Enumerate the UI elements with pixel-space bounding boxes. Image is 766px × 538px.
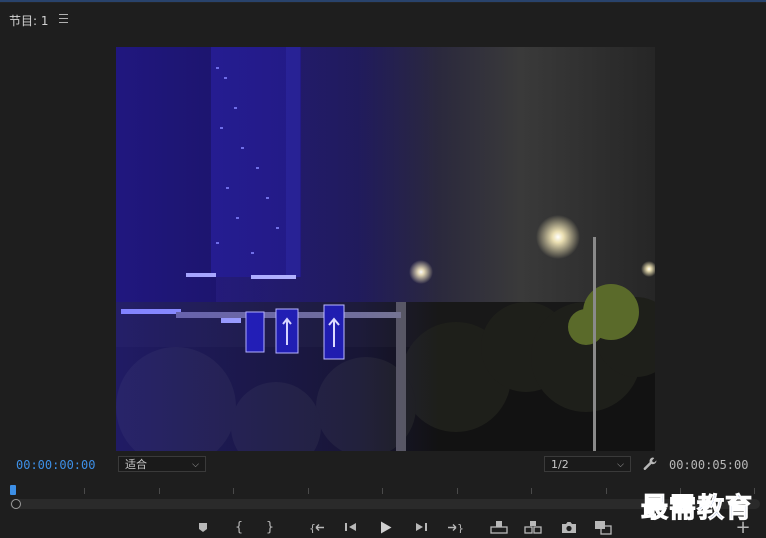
mark-out-icon: }	[265, 519, 275, 535]
go-to-out-icon: }	[448, 522, 463, 533]
extract-icon	[524, 521, 542, 534]
panel-top-border	[0, 0, 766, 3]
watermark-logo-text: 最需教育	[641, 493, 753, 525]
program-monitor-title: 节目: 1	[9, 14, 49, 28]
step-forward-icon	[416, 523, 427, 531]
mark-out-button[interactable]: }	[263, 518, 277, 536]
duration-timecode: 00:00:05:00	[669, 458, 749, 472]
program-monitor-video-frame[interactable]	[116, 47, 655, 451]
mark-in-icon: {	[234, 519, 244, 535]
zoom-fit-value: 适合	[125, 458, 147, 471]
extract-button[interactable]	[522, 518, 544, 536]
export-frame-button[interactable]	[559, 518, 579, 536]
panel-menu-icon[interactable]	[59, 14, 68, 23]
playhead-handle[interactable]	[10, 485, 16, 495]
add-marker-button[interactable]	[196, 518, 210, 536]
play-icon	[381, 521, 392, 533]
chevron-down-icon: ⌵	[617, 460, 624, 470]
lift-button[interactable]	[488, 518, 510, 536]
go-to-out-button[interactable]: }	[445, 518, 465, 536]
zoom-scroll-left-handle[interactable]	[11, 499, 21, 509]
marker-icon	[199, 522, 207, 532]
zoom-fit-dropdown[interactable]: 适合 ⌵	[118, 456, 206, 472]
compare-view-icon	[595, 520, 612, 535]
svg-text:}: }	[457, 522, 463, 533]
play-button[interactable]	[377, 518, 395, 536]
go-to-in-button[interactable]: {	[307, 518, 327, 536]
step-back-icon	[345, 523, 356, 531]
comparison-view-button[interactable]	[592, 518, 614, 536]
camera-icon	[562, 521, 576, 533]
settings-wrench-icon[interactable]	[642, 456, 658, 472]
playback-resolution-value: 1/2	[551, 457, 569, 471]
mark-in-button[interactable]: {	[232, 518, 246, 536]
chevron-down-icon: ⌵	[192, 460, 199, 470]
step-back-button[interactable]	[342, 518, 360, 536]
playback-resolution-dropdown[interactable]: 1/2 ⌵	[544, 456, 631, 472]
lift-icon	[490, 521, 508, 534]
go-to-in-icon: {	[309, 522, 324, 533]
night-city-video-frame	[116, 47, 655, 451]
current-timecode[interactable]: 00:00:00:00	[16, 458, 95, 472]
panel-focus-highlight	[0, 0, 766, 2]
svg-text:{: {	[309, 522, 316, 533]
step-forward-button[interactable]	[412, 518, 430, 536]
program-monitor-tab[interactable]: 节目: 1	[9, 12, 49, 29]
